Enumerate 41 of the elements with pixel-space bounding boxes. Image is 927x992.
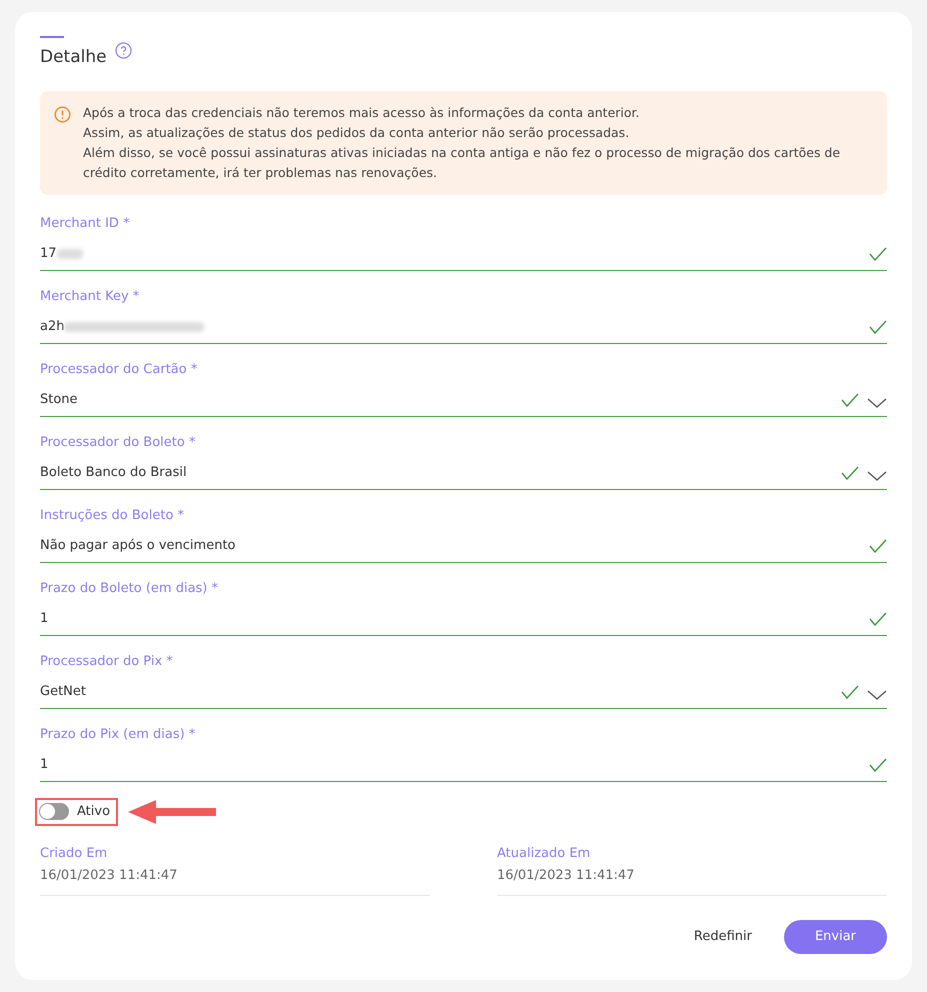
submit-button[interactable]: Enviar bbox=[784, 920, 887, 954]
meta-value: 16/01/2023 11:41:47 bbox=[40, 867, 178, 885]
field-label: Processador do Cartão * bbox=[40, 360, 198, 378]
warning-icon bbox=[54, 106, 71, 122]
field-label: Processador do Pix * bbox=[40, 652, 174, 670]
toggle-label: Ativo bbox=[77, 802, 112, 821]
field-label: Merchant ID * bbox=[40, 214, 131, 232]
select-field[interactable]: GetNet bbox=[40, 676, 887, 708]
meta-label: Atualizado Em bbox=[497, 844, 592, 862]
input-field[interactable]: 17 bbox=[40, 238, 887, 270]
toggle-switch[interactable] bbox=[39, 803, 69, 820]
alert-text: Assim, as atualizações de status dos pedidos da conta anterior não serão processadas. bbox=[83, 124, 630, 142]
help-icon[interactable] bbox=[114, 42, 132, 59]
chevron-down-icon[interactable] bbox=[867, 398, 887, 408]
field-label: Prazo do Pix (em dias) * bbox=[40, 726, 196, 744]
check-icon bbox=[869, 758, 887, 772]
field-label: Instruções do Boleto * bbox=[40, 506, 186, 524]
reset-button[interactable]: Redefinir bbox=[678, 920, 768, 954]
check-icon bbox=[869, 320, 887, 334]
check-icon bbox=[869, 612, 887, 626]
check-icon bbox=[841, 392, 859, 406]
input-field[interactable]: 1 bbox=[40, 602, 887, 636]
chevron-down-icon[interactable] bbox=[867, 690, 887, 700]
section-title: Detalhe bbox=[40, 46, 107, 69]
input-field[interactable]: 1 bbox=[40, 748, 887, 782]
meta-value: 16/01/2023 11:41:47 bbox=[497, 867, 636, 885]
check-icon bbox=[841, 466, 859, 480]
check-icon bbox=[869, 246, 887, 260]
input-field[interactable]: a2h bbox=[40, 310, 887, 344]
meta-label: Criado Em bbox=[40, 844, 108, 862]
input-field[interactable]: Não pagar após o vencimento bbox=[40, 530, 887, 562]
alert-text: Após a troca das credenciais não teremos mais acesso às informações da conta anterior. bbox=[83, 104, 641, 122]
check-icon bbox=[841, 684, 859, 698]
field-label: Processador do Boleto * bbox=[40, 434, 196, 452]
field-label: Prazo do Boleto (em dias) * bbox=[40, 580, 220, 598]
chevron-down-icon[interactable] bbox=[867, 470, 887, 480]
select-field[interactable]: Stone bbox=[40, 384, 887, 416]
check-icon bbox=[869, 538, 887, 552]
field-label: Merchant Key * bbox=[40, 288, 140, 306]
alert-text: Além disso, se você possui assinaturas ativas iniciadas na conta antiga e não fez o processo de migração dos cartões de crédito corretamente, irá ter problemas nas renovações. bbox=[83, 144, 842, 182]
select-field[interactable]: Boleto Banco do Brasil bbox=[40, 456, 887, 490]
